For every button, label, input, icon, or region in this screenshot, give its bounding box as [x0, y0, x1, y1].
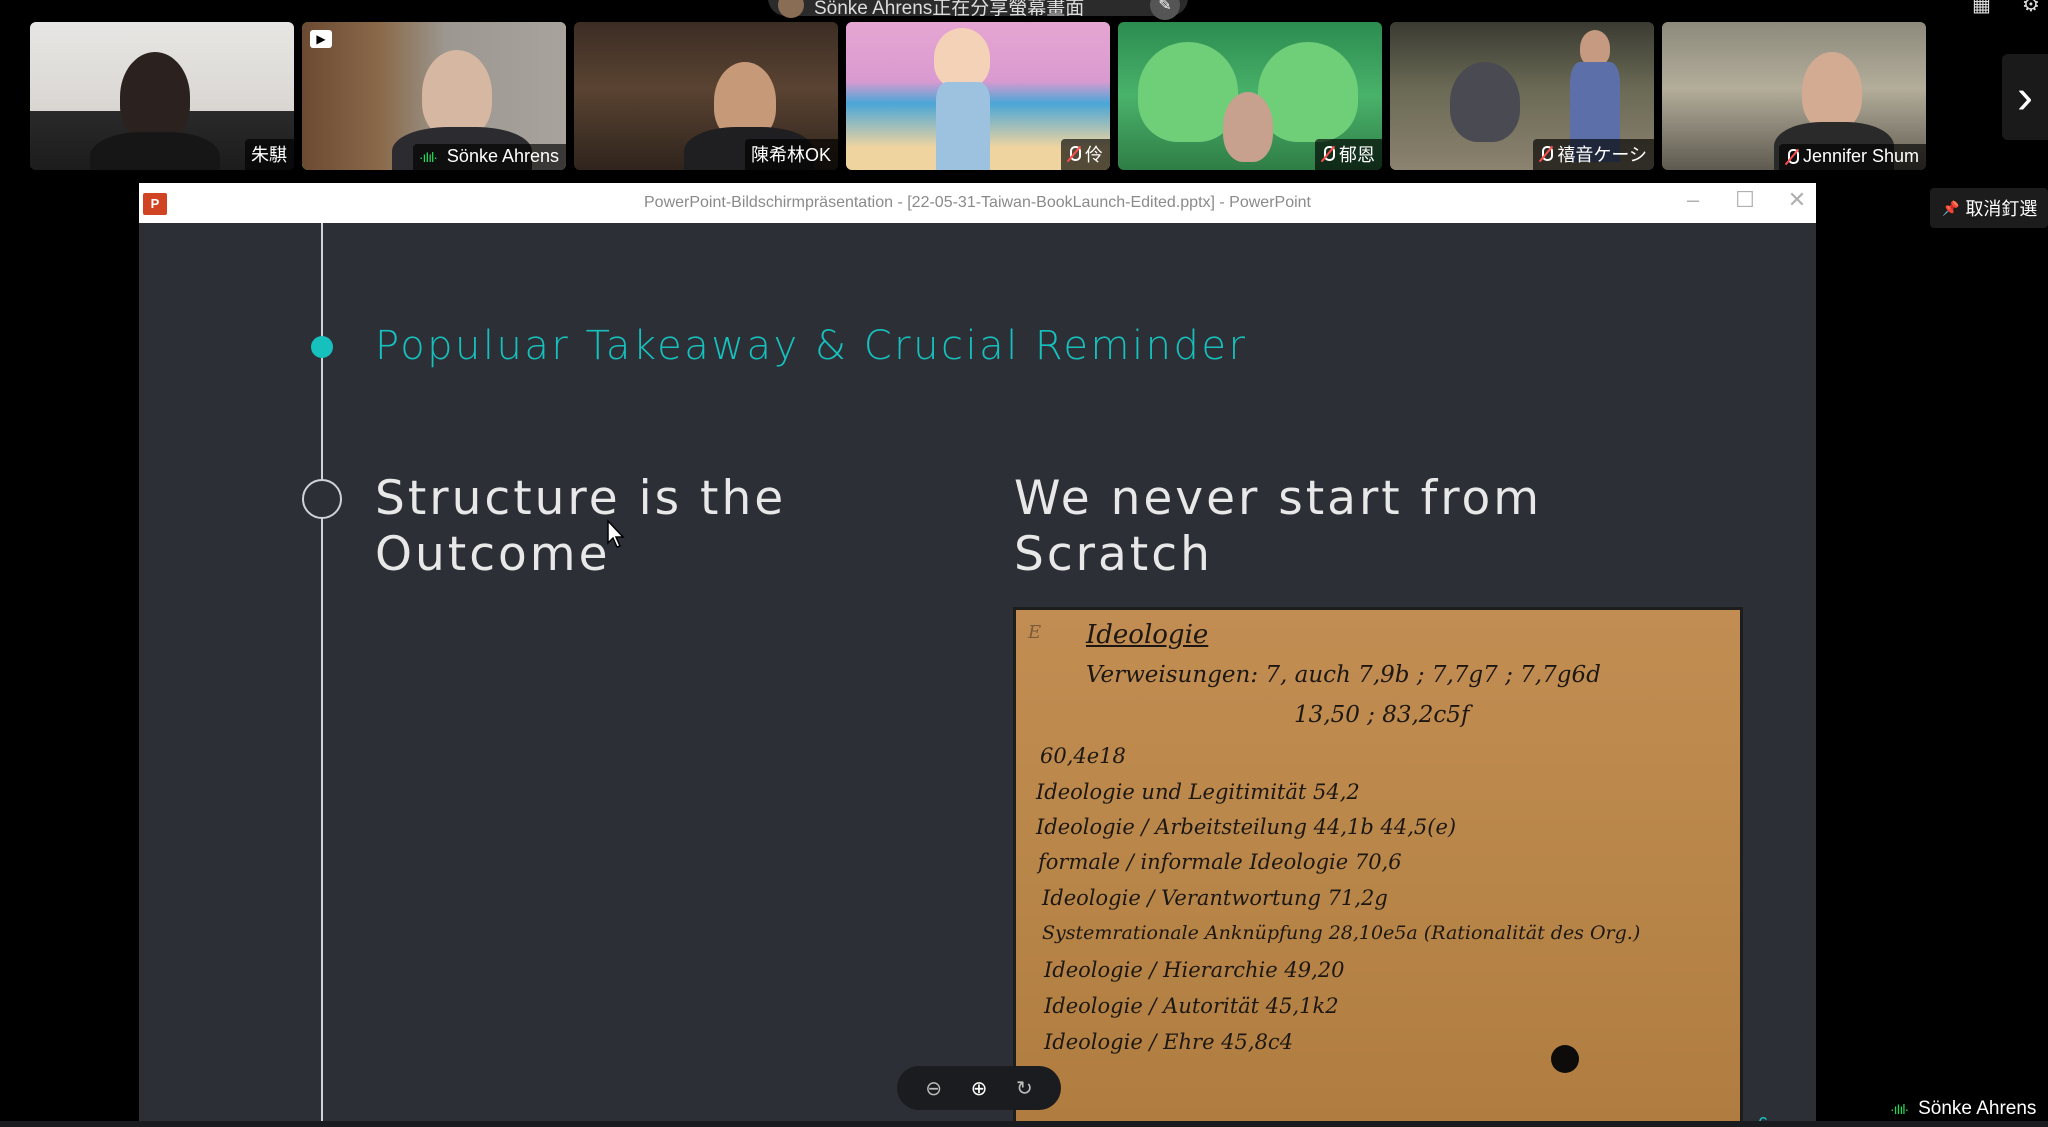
card-line: formale / informale Ideologie 70,6: [1038, 850, 1402, 874]
settings-gear-icon[interactable]: ⚙: [2022, 0, 2042, 16]
participant-figure: [934, 28, 990, 88]
presentation-slide[interactable]: Populuar Takeaway & Crucial Reminder Str…: [145, 223, 1810, 1127]
participant-strip: 朱騏 ▶ ·ıIıl· Sönke Ahrens 陳希林OK 伶 郁恩 禧音ケー…: [30, 22, 1926, 170]
screen-share-banner[interactable]: Sönke Ahrens正在分享螢幕畫面 ✎: [768, 0, 1188, 20]
card-line: Ideologie und Legitimität 54,2: [1036, 780, 1360, 804]
unpin-label: 取消釘選: [1965, 199, 2038, 219]
participant-tile-active-speaker[interactable]: ▶ ·ıIıl· Sönke Ahrens: [302, 22, 566, 170]
participant-figure: [1223, 92, 1273, 162]
left-title-line: Structure is the: [375, 471, 787, 526]
pin-icon: 📌: [1942, 199, 1960, 216]
audio-level-icon: ·ıIıl·: [418, 148, 438, 165]
participant-body: [936, 82, 990, 170]
card-line: Ideologie / Verantwortung 71,2g: [1042, 886, 1388, 910]
participant-figure: [1450, 62, 1520, 142]
participant-name-label: 陳希林OK: [744, 139, 838, 170]
timeline-dot-active: [311, 336, 333, 358]
participant-name-label: 郁恩: [1315, 139, 1382, 170]
participant-name-label: Jennifer Shum: [1778, 144, 1926, 170]
participant-tile[interactable]: 伶: [846, 22, 1110, 170]
participant-name-label: ·ıIıl· Sönke Ahrens: [412, 144, 566, 170]
window-controls: – ☐ ✕: [1678, 187, 1812, 213]
card-line: Verweisungen: 7, auch 7,9b ; 7,7g7 ; 7,7…: [1086, 662, 1601, 688]
participant-figure: [1258, 42, 1358, 142]
active-speaker-indicator: ·ıIıl· Sönke Ahrens: [1890, 1098, 2036, 1120]
active-speaker-name: Sönke Ahrens: [1918, 1098, 2037, 1119]
card-line: Ideologie / Ehre 45,8c4: [1044, 1030, 1294, 1054]
pencil-icon[interactable]: ✎: [1150, 0, 1180, 20]
card-line: 60,4e18: [1040, 744, 1126, 768]
powerpoint-window: P PowerPoint-Bildschirmpräsentation - [2…: [139, 183, 1816, 1127]
participant-name-label: 伶: [1061, 139, 1110, 170]
zettelkasten-card-image: E Ideologie Verweisungen: 7, auch 7,9b ;…: [1013, 607, 1743, 1127]
top-right-controls: ▦ ⚙: [1972, 0, 2042, 16]
share-banner-text: Sönke Ahrens正在分享螢幕畫面: [814, 0, 1085, 19]
participant-figure: [1802, 52, 1862, 130]
close-icon[interactable]: ✕: [1782, 187, 1812, 213]
mic-muted-icon: [1067, 145, 1081, 163]
bottom-edge: [0, 1121, 2048, 1127]
zoom-in-icon[interactable]: ⊕: [971, 1076, 988, 1101]
audio-level-icon: ·ıIıl·: [1890, 1101, 1909, 1117]
participant-body: [90, 132, 220, 170]
participant-name-label: 朱騏: [245, 139, 294, 170]
unpin-button[interactable]: 📌 取消釘選: [1930, 188, 2048, 228]
zoom-meeting-window: Sönke Ahrens正在分享螢幕畫面 ✎ ▦ ⚙ 朱騏 ▶ ·ıIıl· Sö…: [0, 0, 2048, 1127]
timeline-dot: [302, 479, 342, 519]
left-title-line: Outcome: [375, 527, 611, 582]
reset-zoom-icon[interactable]: ↻: [1016, 1076, 1033, 1101]
card-line: Ideologie / Arbeitsteilung 44,1b 44,5(e): [1036, 815, 1457, 839]
participant-figure: [422, 50, 492, 138]
participant-tile[interactable]: 陳希林OK: [574, 22, 838, 170]
right-title-line: We never start from: [1014, 471, 1543, 526]
screen-share-icon: ▶: [310, 30, 332, 48]
mic-muted-icon: [1539, 145, 1554, 163]
left-column-title: Structure is the Outcome: [375, 471, 895, 583]
card-line: Ideologie / Autorität 45,1k2: [1044, 994, 1339, 1018]
window-title: PowerPoint-Bildschirmpräsentation - [22-…: [644, 194, 1311, 211]
gallery-view-icon[interactable]: ▦: [1972, 0, 1992, 16]
card-punch-hole: [1551, 1045, 1579, 1073]
chevron-right-icon[interactable]: ›: [2002, 54, 2048, 140]
mic-muted-icon: [1785, 148, 1799, 166]
participant-name-label: 禧音ケーシ: [1533, 139, 1654, 170]
zoom-controls: ⊖ ⊕ ↻: [897, 1066, 1061, 1110]
card-line: 13,50 ; 83,2c5f: [1294, 702, 1470, 728]
participant-tile[interactable]: 朱騏: [30, 22, 294, 170]
card-line: Ideologie: [1086, 620, 1209, 650]
mouse-cursor-icon: [607, 519, 625, 548]
presenter-avatar: [778, 0, 804, 18]
minimize-icon[interactable]: –: [1678, 187, 1708, 213]
slide-heading: Populuar Takeaway & Crucial Reminder: [375, 323, 1248, 369]
timeline-line: [321, 223, 323, 1127]
powerpoint-titlebar[interactable]: P PowerPoint-Bildschirmpräsentation - [2…: [139, 183, 1816, 223]
mic-muted-icon: [1321, 145, 1335, 163]
zoom-out-icon[interactable]: ⊖: [925, 1076, 942, 1101]
participant-figure: [120, 52, 190, 142]
right-column-title: We never start from Scratch: [1014, 471, 1614, 583]
card-corner-mark: E: [1028, 622, 1042, 643]
participant-tile[interactable]: 郁恩: [1118, 22, 1382, 170]
participant-tile[interactable]: 禧音ケーシ: [1390, 22, 1654, 170]
card-line: Ideologie / Hierarchie 49,20: [1044, 958, 1345, 982]
participant-tile[interactable]: Jennifer Shum: [1662, 22, 1926, 170]
card-line: Systemrationale Anknüpfung 28,10e5a (Rat…: [1042, 922, 1641, 944]
participant-figure: [1580, 30, 1610, 66]
maximize-icon[interactable]: ☐: [1730, 187, 1760, 213]
right-title-line: Scratch: [1014, 527, 1213, 582]
